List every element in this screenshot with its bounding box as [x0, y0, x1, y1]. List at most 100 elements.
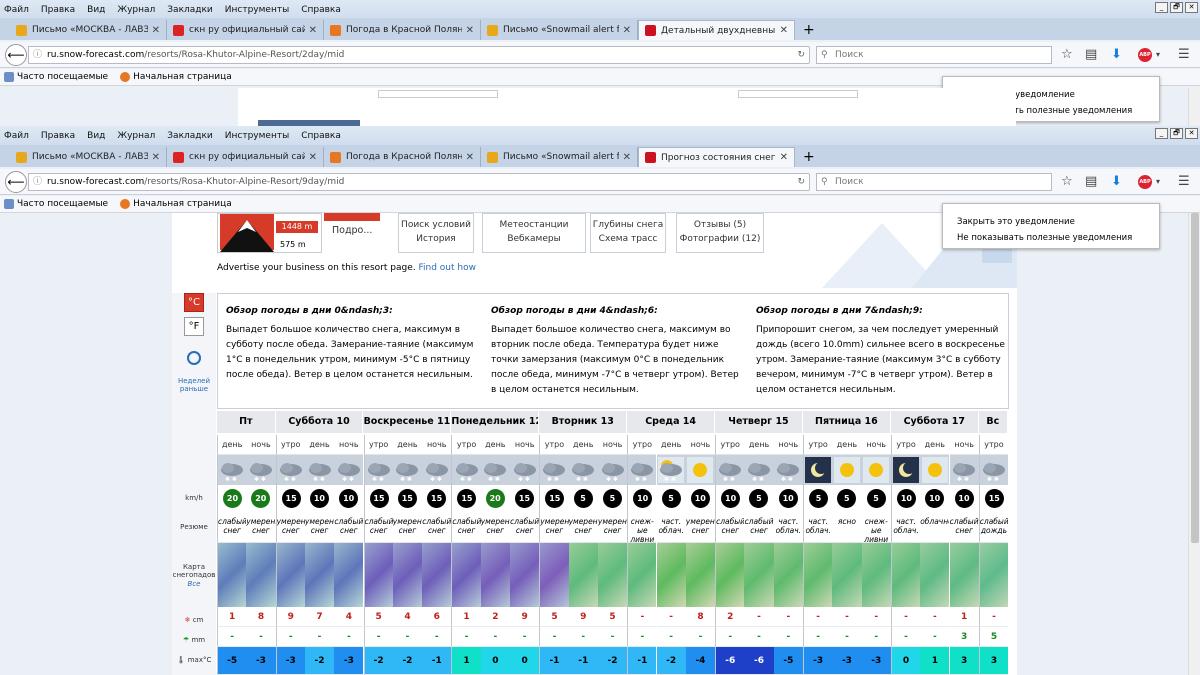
- search-input-2[interactable]: ⚲ Поиск: [816, 173, 1052, 191]
- dismiss-notification-2[interactable]: Закрыть это уведомление: [957, 214, 1159, 230]
- tab-1[interactable]: Письмо «МОСКВА - ЛАВЗОН... ✕: [10, 147, 167, 167]
- snowfall-map-thumb[interactable]: [539, 543, 569, 607]
- snowfall-map-thumb[interactable]: [480, 543, 510, 607]
- chevron-down-icon-2[interactable]: ▾: [1156, 177, 1160, 186]
- menu-file[interactable]: Файл: [4, 5, 29, 15]
- close-tab-icon[interactable]: ✕: [466, 25, 474, 36]
- nav-link-2-1[interactable]: Метеостанции: [483, 220, 585, 230]
- new-tab-button[interactable]: +: [795, 147, 823, 167]
- menu-edit-2[interactable]: Правка: [41, 131, 75, 141]
- menu-bookmarks[interactable]: Закладки: [167, 5, 213, 15]
- close-window-button[interactable]: ✕: [1185, 2, 1198, 13]
- url-bar[interactable]: ⓘ ru.snow-forecast.com/resorts/Rosa-Khuto…: [28, 46, 810, 64]
- advert-link[interactable]: Find out how: [418, 263, 475, 273]
- search-input[interactable]: ⚲ Поиск: [816, 46, 1052, 64]
- close-tab-icon[interactable]: ✕: [466, 152, 474, 163]
- snowfall-map-thumb[interactable]: [685, 543, 716, 607]
- reading-list-icon[interactable]: ▤: [1085, 47, 1097, 62]
- adblock-icon[interactable]: ABP: [1138, 48, 1152, 62]
- snowfall-map-thumb[interactable]: [275, 543, 305, 607]
- chevron-down-icon[interactable]: ▾: [1156, 50, 1160, 59]
- snowfall-map-thumb[interactable]: [803, 543, 833, 607]
- tab-4[interactable]: Письмо «Snowmail alert for 4... ✕: [481, 147, 638, 167]
- download-icon-2[interactable]: ⬇: [1111, 174, 1122, 189]
- bookmark-most-visited-2[interactable]: Часто посещаемые: [4, 199, 108, 209]
- nav-link-3-1[interactable]: Глубины снега: [591, 220, 665, 230]
- close-tab-icon[interactable]: ✕: [780, 25, 788, 36]
- nav-link-3-2[interactable]: Схема трасс: [591, 234, 665, 244]
- snowfall-map-thumb[interactable]: [451, 543, 481, 607]
- clock-icon[interactable]: [187, 351, 201, 365]
- adblock-icon-2[interactable]: ABP: [1138, 175, 1152, 189]
- menu-help-2[interactable]: Справка: [301, 131, 341, 141]
- new-tab-button[interactable]: +: [795, 20, 823, 40]
- close-window-button-2[interactable]: ✕: [1185, 128, 1198, 139]
- fahrenheit-button[interactable]: °F: [184, 317, 204, 336]
- nav-link-2-2[interactable]: Вебкамеры: [483, 234, 585, 244]
- tab-3[interactable]: Погода в Красной Поляне - ... ✕: [324, 147, 481, 167]
- scrollbar-top[interactable]: [1188, 88, 1200, 126]
- tab-2[interactable]: скн ру официальный сайт ... ✕: [167, 20, 324, 40]
- nav-link-4-1[interactable]: Отзывы (5): [677, 220, 763, 230]
- snowfall-map-thumb[interactable]: [392, 543, 423, 607]
- snowfall-map-thumb[interactable]: [861, 543, 891, 607]
- red-button-fragment[interactable]: [324, 213, 380, 221]
- download-icon[interactable]: ⬇: [1111, 47, 1122, 62]
- minimize-button[interactable]: _: [1155, 2, 1168, 13]
- tab-5[interactable]: Прогноз состояния снега и ... ✕: [638, 147, 795, 167]
- nav-link-1-2[interactable]: История: [399, 234, 473, 244]
- back-button[interactable]: ⟵: [5, 44, 27, 66]
- reading-list-icon-2[interactable]: ▤: [1085, 174, 1097, 189]
- snowfall-map-thumb[interactable]: [715, 543, 745, 607]
- bookmark-most-visited[interactable]: Часто посещаемые: [4, 72, 108, 82]
- snowfall-map-thumb[interactable]: [744, 543, 774, 607]
- snowfall-map-thumb[interactable]: [217, 543, 247, 607]
- menu-help[interactable]: Справка: [301, 5, 341, 15]
- snowfall-map-thumb[interactable]: [304, 543, 335, 607]
- back-button-2[interactable]: ⟵: [5, 171, 27, 193]
- menu-tools[interactable]: Инструменты: [225, 5, 289, 15]
- snowfall-map-thumb[interactable]: [363, 543, 393, 607]
- snowfall-map-thumb[interactable]: [890, 543, 921, 607]
- snowfall-map-thumb[interactable]: [627, 543, 657, 607]
- celsius-button[interactable]: °C: [184, 293, 204, 312]
- previous-week-link[interactable]: Неделей раньше: [172, 377, 216, 393]
- nav-link-1-1[interactable]: Поиск условий: [399, 220, 473, 230]
- url-bar-2[interactable]: ⓘ ru.snow-forecast.com/resorts/Rosa-Khuto…: [28, 173, 810, 191]
- menu-tools-2[interactable]: Инструменты: [225, 131, 289, 141]
- nav-link-4-2[interactable]: Фотографии (12): [677, 234, 763, 244]
- restore-button[interactable]: 🗗: [1170, 2, 1183, 13]
- menu-view[interactable]: Вид: [87, 5, 105, 15]
- close-tab-icon[interactable]: ✕: [623, 25, 631, 36]
- tab-3[interactable]: Погода в Красной Поляне - ... ✕: [324, 20, 481, 40]
- snowfall-map-thumb[interactable]: [568, 543, 598, 607]
- minimize-button-2[interactable]: _: [1155, 128, 1168, 139]
- map-all-link[interactable]: Все: [172, 580, 216, 588]
- menu-edit[interactable]: Правка: [41, 5, 75, 15]
- snowfall-map-thumb[interactable]: [334, 543, 364, 607]
- close-tab-icon[interactable]: ✕: [152, 25, 160, 36]
- snowfall-map-thumb[interactable]: [422, 543, 452, 607]
- close-tab-icon[interactable]: ✕: [309, 152, 317, 163]
- snowfall-map-thumb[interactable]: [949, 543, 979, 607]
- reload-icon-2[interactable]: ↻: [797, 174, 805, 190]
- snowfall-map-thumb[interactable]: [656, 543, 686, 607]
- snowfall-map-thumb[interactable]: [978, 543, 1009, 607]
- restore-button-2[interactable]: 🗗: [1170, 128, 1183, 139]
- more-link[interactable]: Подро...: [332, 225, 372, 236]
- menu-history[interactable]: Журнал: [117, 5, 155, 15]
- scroll-thumb[interactable]: [1191, 213, 1199, 543]
- tab-1[interactable]: Письмо «МОСКВА - ЛАВЗОН... ✕: [10, 20, 167, 40]
- disable-notifications-2[interactable]: Не показывать полезные уведомления: [957, 230, 1159, 246]
- menu-view-2[interactable]: Вид: [87, 131, 105, 141]
- snowfall-map-thumb[interactable]: [920, 543, 950, 607]
- tab-4[interactable]: Письмо «Snowmail alert for 4... ✕: [481, 20, 638, 40]
- hamburger-menu-icon-2[interactable]: ☰: [1178, 174, 1190, 189]
- bookmark-star-icon[interactable]: ☆: [1061, 47, 1073, 62]
- reload-icon[interactable]: ↻: [797, 47, 805, 63]
- menu-bookmarks-2[interactable]: Закладки: [167, 131, 213, 141]
- snowfall-map-thumb[interactable]: [773, 543, 803, 607]
- snowfall-map-thumb[interactable]: [510, 543, 540, 607]
- snowfall-map-thumb[interactable]: [832, 543, 862, 607]
- bookmark-home[interactable]: Начальная страница: [120, 72, 232, 82]
